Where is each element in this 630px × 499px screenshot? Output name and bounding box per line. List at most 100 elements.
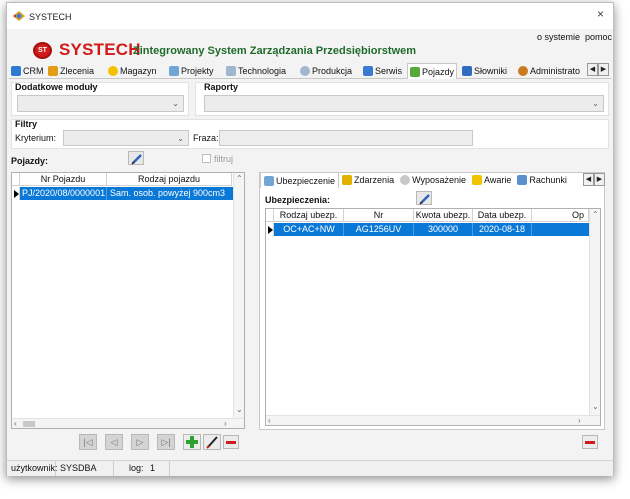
phrase-input[interactable]: [219, 130, 473, 146]
insurance-edit-button[interactable]: [416, 191, 432, 205]
tab-magazyn[interactable]: Magazyn: [106, 63, 159, 78]
scroll-left-icon[interactable]: ‹: [14, 419, 17, 428]
filters-title: Filtry: [15, 119, 38, 129]
additional-modules-select[interactable]: ⌄: [17, 95, 184, 112]
scroll-right-icon[interactable]: ›: [578, 416, 581, 425]
tab-label: Technologia: [238, 65, 287, 76]
criterion-label: Kryterium:: [15, 133, 57, 143]
admin-icon: [518, 65, 528, 76]
status-user-label: użytkownik:: [7, 461, 58, 476]
next-record-button[interactable]: ▷: [131, 434, 149, 450]
tab-ubezpieczenie[interactable]: Ubezpieczenie: [260, 172, 340, 188]
tab-label: Ubezpieczenie: [276, 175, 336, 186]
gear-icon: [300, 65, 310, 76]
filters-group: Filtry Kryterium: ⌄ Fraza:: [11, 119, 609, 149]
scroll-up-icon[interactable]: ⌃: [592, 210, 599, 219]
receipt-icon: [517, 175, 528, 185]
tab-wyposazenie[interactable]: Wyposażenie: [397, 172, 469, 188]
column-header-nr[interactable]: Nr Pojazdu: [20, 173, 107, 186]
tab-slowniki[interactable]: Słowniki: [460, 63, 509, 78]
close-icon[interactable]: ×: [597, 8, 604, 20]
scroll-left-icon[interactable]: ‹: [268, 416, 271, 425]
edit-button[interactable]: [203, 434, 221, 450]
tab-produkcja[interactable]: Produkcja: [298, 63, 354, 78]
tab-pojazdy[interactable]: Pojazdy: [407, 63, 458, 79]
column-header-rodzaj-ubezp[interactable]: Rodzaj ubezp.: [274, 209, 344, 222]
tab-label: Pojazdy: [422, 66, 455, 77]
brand-logo-icon: ST: [33, 42, 52, 59]
detail-tab-scroller: ◀ ▶: [583, 173, 605, 186]
tab-serwis[interactable]: Serwis: [361, 63, 404, 78]
insurance-grid[interactable]: Rodzaj ubezp. Nr ubezpieczenia Kwota ube…: [265, 208, 601, 426]
document-icon: [264, 175, 274, 186]
tab-projekty[interactable]: Projekty: [167, 63, 216, 78]
reports-select[interactable]: ⌄: [204, 95, 604, 112]
scroll-right-icon[interactable]: ▶: [598, 63, 609, 76]
title-bar: SYSTECH ×: [7, 3, 613, 29]
tab-awarie[interactable]: Awarie: [469, 172, 514, 188]
table-row[interactable]: PJ/2020/08/0000001 Sam. osob. powyżej 90…: [12, 187, 233, 200]
delete-insurance-button[interactable]: [582, 435, 598, 449]
filter-checkbox-label: filtruj: [214, 154, 234, 164]
column-header-rodzaj[interactable]: Rodzaj pojazdu: [107, 173, 232, 186]
scroll-down-icon[interactable]: ⌄: [236, 405, 243, 414]
row-indicator-icon: [266, 223, 274, 236]
tab-zdarzenia[interactable]: Zdarzenia: [339, 172, 397, 188]
plus-icon: [186, 436, 198, 448]
tab-label: Serwis: [375, 65, 403, 76]
tab-technologia[interactable]: Technologia: [224, 63, 288, 78]
status-user: SYSDBA: [56, 461, 114, 476]
last-record-button[interactable]: ▷|: [157, 434, 175, 450]
scroll-left-icon[interactable]: ◀: [583, 173, 594, 186]
tab-label: Wyposażenie: [412, 175, 467, 185]
pencil-icon: [206, 436, 218, 449]
first-record-button[interactable]: |◁: [79, 434, 97, 450]
delete-button[interactable]: [223, 435, 239, 449]
tab-label: Zdarzenia: [354, 175, 395, 185]
lightbulb-icon: [400, 175, 411, 185]
insurance-vertical-scrollbar[interactable]: ⌃ ⌄: [589, 209, 600, 415]
window-title: SYSTECH: [29, 12, 72, 22]
tab-label: Rachunki: [529, 175, 567, 185]
filter-checkbox[interactable]: [202, 154, 211, 163]
vehicles-title: Pojazdy:: [11, 156, 49, 166]
vehicles-vertical-scrollbar[interactable]: ⌃ ⌄: [233, 173, 244, 418]
pencil-icon: [419, 194, 430, 205]
tab-label: Magazyn: [120, 65, 157, 76]
insurance-title: Ubezpieczenia:: [265, 195, 331, 205]
scroll-left-icon[interactable]: ◀: [587, 63, 598, 76]
app-banner: ST SYSTECH Zintegrowany System Zarządzan…: [7, 40, 613, 63]
tab-label: Produkcja: [312, 65, 353, 76]
vehicles-grid[interactable]: Nr Pojazdu Rodzaj pojazdu PJ/2020/08/000…: [11, 172, 245, 429]
tab-rachunki[interactable]: Rachunki: [514, 172, 570, 188]
vehicles-horizontal-scrollbar[interactable]: ‹ ›: [12, 418, 244, 428]
tab-label: Administrato: [530, 65, 581, 76]
tab-crm[interactable]: CRM: [9, 63, 46, 78]
detail-tab-bar: Ubezpieczenie Zdarzenia Wyposażenie Awar…: [260, 172, 570, 188]
column-header-nr-ubezp[interactable]: Nr ubezpieczenia: [344, 209, 414, 232]
status-bar: użytkownik: SYSDBA log: 1: [7, 460, 613, 476]
criterion-select[interactable]: ⌄: [63, 130, 189, 146]
scroll-thumb[interactable]: [23, 421, 35, 427]
column-header-kwota[interactable]: Kwota ubezp.: [414, 209, 473, 222]
scroll-up-icon[interactable]: ⌃: [236, 174, 243, 183]
add-button[interactable]: [183, 434, 201, 450]
tab-administrator[interactable]: Administrato: [516, 63, 582, 78]
module-tab-bar: CRM Zlecenia Magazyn Projekty Technologi…: [9, 63, 611, 79]
scroll-down-icon[interactable]: ⌄: [592, 402, 599, 411]
tab-zlecenia[interactable]: Zlecenia: [46, 63, 96, 78]
blueprint-icon: [226, 65, 236, 76]
status-log-label: log:: [129, 463, 144, 473]
insurance-horizontal-scrollbar[interactable]: ‹ ›: [266, 415, 600, 425]
scroll-right-icon[interactable]: ›: [224, 419, 227, 428]
tab-label: CRM: [23, 65, 44, 76]
table-row[interactable]: OC+AC+NW AG1256UV 300000 2020-08-18: [266, 223, 589, 236]
status-log: 1: [146, 461, 170, 476]
column-header-op[interactable]: Op: [532, 209, 589, 222]
column-header-data[interactable]: Data ubezp.: [473, 209, 532, 222]
chart-bar-icon: [11, 65, 21, 76]
vehicles-edit-button[interactable]: [128, 151, 144, 165]
previous-record-button[interactable]: ◁: [105, 434, 123, 450]
scroll-right-icon[interactable]: ▶: [594, 173, 605, 186]
app-window: SYSTECH × o systemie pomoc ST SYSTECH Zi…: [6, 2, 614, 476]
